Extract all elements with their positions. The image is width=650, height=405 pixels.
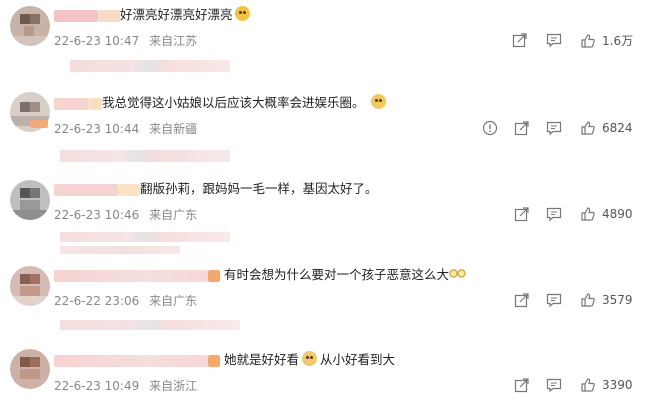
reply-preview-blurred[interactable] — [60, 150, 230, 162]
reply-preview-blurred[interactable] — [60, 246, 180, 254]
reply-preview-blurred[interactable] — [70, 60, 230, 72]
avatar[interactable] — [10, 266, 50, 306]
share-icon — [514, 207, 529, 222]
comment-date: 22-6-23 10:44 — [54, 122, 140, 136]
dog-face-icon — [302, 351, 318, 366]
share-icon — [514, 121, 529, 136]
comment-meta: 22-6-23 10:47 来自江苏 — [54, 32, 203, 49]
share-button[interactable] — [514, 292, 530, 308]
comment-text: 好漂亮好漂亮好漂亮 — [120, 6, 250, 24]
share-button[interactable] — [512, 32, 528, 48]
share-icon — [514, 378, 529, 393]
username-blurred[interactable] — [98, 10, 120, 22]
comment-date: 22-6-23 10:49 — [54, 379, 140, 393]
username-blurred[interactable] — [54, 184, 118, 196]
share-icon — [514, 293, 529, 308]
reply-button[interactable] — [546, 32, 562, 48]
comment-text: 有时会想为什么要对一个孩子恶意这么大 — [224, 266, 466, 284]
comment-date: 22-6-23 10:47 — [54, 34, 140, 48]
badge-blurred — [30, 120, 48, 128]
username-blurred[interactable] — [54, 270, 208, 282]
badge-blurred — [208, 270, 220, 282]
like-button[interactable]: 1.6万 — [580, 32, 633, 49]
reply-button[interactable] — [546, 206, 562, 222]
comment-location: 来自浙江 — [149, 379, 198, 393]
reply-button[interactable] — [546, 292, 562, 308]
comment-meta: 22-6-23 10:49 来自浙江 — [54, 377, 203, 394]
comment-item: 她就是好好看 从小好看到大 22-6-23 10:49 来自浙江 3390 — [0, 345, 650, 405]
like-button[interactable]: 4890 — [580, 206, 633, 222]
like-button[interactable]: 3579 — [580, 292, 633, 308]
avatar[interactable] — [10, 6, 50, 46]
report-button[interactable] — [482, 120, 498, 136]
comment-meta: 22-6-23 10:46 来自广东 — [54, 206, 203, 223]
thumbs-up-icon — [581, 33, 595, 48]
comment-location: 来自广东 — [149, 208, 198, 222]
share-button[interactable] — [514, 377, 530, 393]
reply-preview-blurred[interactable] — [60, 232, 230, 242]
crying-face-icon — [234, 6, 250, 21]
like-count: 1.6万 — [602, 34, 634, 48]
like-count: 6824 — [602, 121, 633, 135]
comment-date: 22-6-22 23:06 — [54, 294, 140, 308]
avatar[interactable] — [10, 349, 50, 389]
comment-date: 22-6-23 10:46 — [54, 208, 140, 222]
warning-icon — [482, 120, 498, 136]
comment-location: 来自江苏 — [149, 34, 198, 48]
comment-item: 我总觉得这小姑娘以后应该大概率会进娱乐圈。 22-6-23 10:44 来自新疆… — [0, 80, 650, 170]
comment-icon — [546, 293, 562, 308]
thumbs-up-icon — [581, 293, 595, 307]
avatar[interactable] — [10, 180, 50, 220]
reply-button[interactable] — [546, 377, 562, 393]
thumbs-up-icon — [581, 121, 595, 135]
comment-item: 翻版孙莉，跟妈妈一毛一样，基因太好了。 22-6-23 10:46 来自广东 4… — [0, 170, 650, 260]
cat-face-icon — [370, 94, 386, 109]
comment-icon — [546, 378, 562, 393]
badge-blurred — [208, 355, 220, 367]
comment-text: 我总觉得这小姑娘以后应该大概率会进娱乐圈。 — [102, 94, 386, 112]
username-blurred[interactable] — [88, 98, 102, 110]
comment-item: 有时会想为什么要对一个孩子恶意这么大 22-6-22 23:06 来自广东 35… — [0, 260, 650, 345]
share-button[interactable] — [514, 120, 530, 136]
comment-location: 来自新疆 — [149, 122, 198, 136]
username-blurred[interactable] — [54, 355, 208, 367]
share-button[interactable] — [514, 206, 530, 222]
comment-meta: 22-6-22 23:06 来自广东 — [54, 292, 203, 309]
comment-text: 她就是好好看 从小好看到大 — [224, 351, 396, 367]
username-blurred[interactable] — [54, 98, 88, 110]
like-button[interactable]: 6824 — [580, 120, 633, 136]
username-blurred[interactable] — [118, 184, 140, 196]
comment-location: 来自广东 — [149, 294, 198, 308]
like-count: 3579 — [602, 293, 633, 307]
like-count: 3390 — [602, 378, 633, 392]
thumbs-up-icon — [581, 207, 595, 221]
comment-text: 翻版孙莉，跟妈妈一毛一样，基因太好了。 — [140, 181, 378, 196]
comment-meta: 22-6-23 10:44 来自新疆 — [54, 120, 203, 137]
thumbs-up-icon — [581, 378, 595, 392]
reply-button[interactable] — [546, 120, 562, 136]
comment-icon — [546, 207, 562, 222]
comment-item: 好漂亮好漂亮好漂亮 22-6-23 10:47 来自江苏 1.6万 — [0, 0, 650, 80]
like-count: 4890 — [602, 207, 633, 221]
comment-icon — [546, 33, 562, 48]
reply-preview-blurred[interactable] — [60, 320, 240, 330]
username-blurred[interactable] — [54, 10, 98, 22]
share-icon — [512, 33, 527, 48]
like-button[interactable]: 3390 — [580, 377, 633, 393]
glasses-face-icon — [449, 269, 466, 278]
comment-icon — [546, 121, 562, 136]
